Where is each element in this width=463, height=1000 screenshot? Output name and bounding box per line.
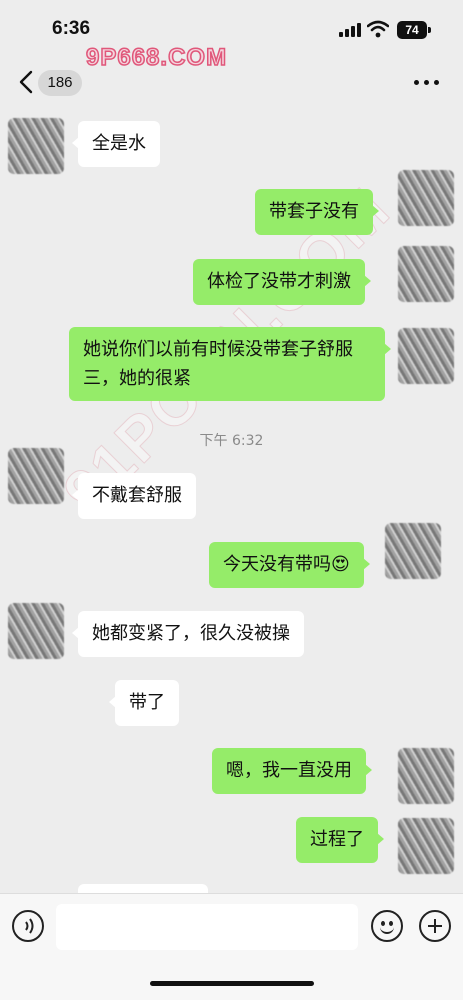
- message-bubble-sent[interactable]: 今天没有带吗😍: [209, 542, 370, 588]
- message-bubble-received[interactable]: 全是水: [72, 121, 160, 167]
- emoji-icon[interactable]: [371, 910, 403, 942]
- message-bubble-sent[interactable]: 嗯，我一直没用: [212, 748, 372, 794]
- contact-avatar[interactable]: [8, 603, 64, 659]
- my-avatar[interactable]: [398, 246, 454, 302]
- message-bubble-received[interactable]: [78, 884, 208, 893]
- voice-input-icon[interactable]: [12, 910, 44, 942]
- add-attachment-icon[interactable]: [419, 910, 451, 942]
- message-bubble-sent[interactable]: 过程了: [296, 817, 384, 863]
- contact-avatar[interactable]: [8, 448, 64, 504]
- watermark-top: 9P668.COM: [85, 43, 228, 72]
- home-indicator: [150, 981, 314, 986]
- my-avatar[interactable]: [398, 170, 454, 226]
- message-bubble-received[interactable]: 带了: [109, 680, 179, 726]
- status-bar: 6:36 74: [0, 0, 463, 58]
- message-bubble-sent[interactable]: 她说你们以前有时候没带套子舒服三，她的很紧: [69, 327, 391, 401]
- cellular-signal-icon: [339, 23, 361, 37]
- wifi-icon: [367, 20, 389, 38]
- more-options-icon[interactable]: [414, 80, 442, 86]
- my-avatar[interactable]: [398, 748, 454, 804]
- my-avatar[interactable]: [398, 328, 454, 384]
- back-chevron-icon[interactable]: [18, 70, 34, 94]
- my-avatar[interactable]: [385, 523, 441, 579]
- message-timestamp: 下午 6:32: [199, 433, 264, 449]
- status-time: 6:36: [52, 18, 91, 39]
- message-bubble-received[interactable]: 她都变紧了，很久没被操: [72, 611, 304, 657]
- battery-icon: 74: [397, 21, 431, 39]
- message-bubble-received[interactable]: 不戴套舒服: [72, 473, 196, 519]
- chat-messages[interactable]: 91PORN.COM 全是水 带套子没有 体检了没带才刺激 她说你们以前有时候没…: [0, 108, 463, 893]
- message-bubble-sent[interactable]: 体检了没带才刺激: [193, 259, 371, 305]
- unread-count-badge[interactable]: 186: [38, 70, 82, 96]
- input-bar: [0, 893, 463, 1000]
- contact-avatar[interactable]: [8, 118, 64, 174]
- my-avatar[interactable]: [398, 818, 454, 874]
- message-input[interactable]: [56, 904, 358, 950]
- message-bubble-sent[interactable]: 带套子没有: [255, 189, 379, 235]
- chat-header: 186: [0, 58, 463, 108]
